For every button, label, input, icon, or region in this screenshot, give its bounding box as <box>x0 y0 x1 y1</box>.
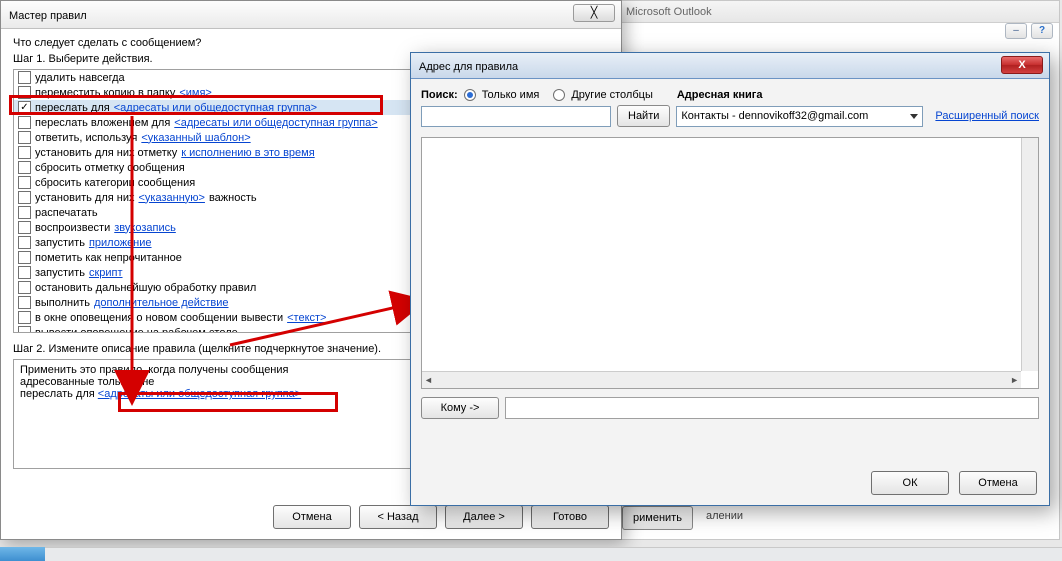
action-text: переслать вложением для <box>35 117 170 129</box>
taskbar[interactable] <box>0 547 45 561</box>
action-text: пометить как непрочитанное <box>35 252 182 264</box>
action-link[interactable]: <указанный шаблон> <box>141 132 250 144</box>
action-text: распечатать <box>35 207 98 219</box>
action-text: в окне оповещения о новом сообщении выве… <box>35 312 283 324</box>
checkbox[interactable] <box>18 86 31 99</box>
checkbox[interactable] <box>18 251 31 264</box>
radio-name-only[interactable] <box>464 89 476 101</box>
checkbox[interactable] <box>18 311 31 324</box>
address-title-text: Адрес для правила <box>419 61 518 73</box>
checkbox[interactable] <box>18 281 31 294</box>
action-text: установить для них отметку <box>35 147 177 159</box>
search-label: Поиск: <box>421 89 458 101</box>
radio-name-only-label: Только имя <box>482 89 540 101</box>
close-icon[interactable]: ╳ <box>573 4 615 22</box>
action-text: установить для них <box>35 192 134 204</box>
scroll-left-icon[interactable]: ◄ <box>424 375 433 385</box>
scroll-right-icon[interactable]: ► <box>1010 375 1019 385</box>
ok-button[interactable]: ОК <box>871 471 949 495</box>
checkbox[interactable] <box>18 191 31 204</box>
help-button[interactable]: ? <box>1031 23 1053 39</box>
action-link[interactable]: приложение <box>89 237 152 249</box>
advanced-search-link[interactable]: Расширенный поиск <box>935 110 1039 122</box>
checkbox[interactable] <box>18 296 31 309</box>
wizard-titlebar: Мастер правил ╳ <box>1 1 621 29</box>
action-text-post: важность <box>209 192 257 204</box>
apply-button-partial[interactable]: рименить <box>622 506 693 530</box>
action-text: переслать для <box>35 102 110 114</box>
action-link[interactable]: скрипт <box>89 267 123 279</box>
cancel-button[interactable]: Отмена <box>273 505 351 529</box>
checkbox[interactable] <box>18 161 31 174</box>
checkbox[interactable]: ✓ <box>18 101 31 114</box>
wizard-title-text: Мастер правил <box>9 10 87 22</box>
checkbox[interactable] <box>18 206 31 219</box>
checkbox[interactable] <box>18 326 31 333</box>
address-dialog: Адрес для правила X Поиск: Только имя Др… <box>410 52 1050 506</box>
contacts-list[interactable]: ◄ ► <box>421 137 1039 389</box>
next-button[interactable]: Далее > <box>445 505 523 529</box>
checkbox[interactable] <box>18 266 31 279</box>
action-link[interactable]: дополнительное действие <box>94 297 229 309</box>
checkbox[interactable] <box>18 131 31 144</box>
cancel-button[interactable]: Отмена <box>959 471 1037 495</box>
address-titlebar: Адрес для правила X <box>411 53 1049 79</box>
scrollbar-horizontal[interactable]: ◄ ► <box>422 371 1021 388</box>
action-text: сбросить категории сообщения <box>35 177 195 189</box>
checkbox[interactable] <box>18 116 31 129</box>
radio-other-columns[interactable] <box>553 89 565 101</box>
action-text: выполнить <box>35 297 90 309</box>
action-link[interactable]: <указанную> <box>138 192 204 204</box>
address-book-label: Адресная книга <box>677 89 763 101</box>
checkbox[interactable] <box>18 176 31 189</box>
search-input[interactable] <box>421 106 611 127</box>
ghost-label: алении <box>706 510 743 522</box>
close-icon[interactable]: X <box>1001 56 1043 74</box>
address-book-value: Контакты - dennovikoff32@gmail.com <box>681 110 868 122</box>
checkbox[interactable] <box>18 236 31 249</box>
action-text: воспроизвести <box>35 222 110 234</box>
desc-recipients-link[interactable]: <адресаты или общедоступная группа> <box>98 388 301 400</box>
find-button[interactable]: Найти <box>617 105 670 127</box>
back-button[interactable]: < Назад <box>359 505 437 529</box>
to-field[interactable] <box>505 397 1039 419</box>
action-text: запустить <box>35 237 85 249</box>
checkbox[interactable] <box>18 71 31 84</box>
chevron-down-icon <box>910 114 918 119</box>
action-link[interactable]: <имя> <box>179 87 212 99</box>
scrollbar-vertical[interactable] <box>1021 138 1038 371</box>
action-link[interactable]: к исполнению в это время <box>181 147 314 159</box>
desc-line3-pre: переслать для <box>20 388 98 400</box>
checkbox[interactable] <box>18 146 31 159</box>
address-book-select[interactable]: Контакты - dennovikoff32@gmail.com <box>676 106 923 127</box>
finish-button[interactable]: Готово <box>531 505 609 529</box>
action-link[interactable]: <текст> <box>287 312 326 324</box>
action-text: сбросить отметку сообщения <box>35 162 185 174</box>
action-link[interactable]: звукозапись <box>114 222 176 234</box>
outlook-title: Microsoft Outlook <box>616 1 1059 23</box>
action-text: вывести оповещение на рабочем столе <box>35 327 238 334</box>
action-text: запустить <box>35 267 85 279</box>
checkbox[interactable] <box>18 221 31 234</box>
action-text: переместить копию в папку <box>35 87 175 99</box>
action-link[interactable]: <адресаты или общедоступная группа> <box>114 102 317 114</box>
statusbar-strip <box>45 547 1062 561</box>
action-text: остановить дальнейшую обработку правил <box>35 282 256 294</box>
wizard-question: Что следует сделать с сообщением? <box>13 37 609 49</box>
minimize-button[interactable]: – <box>1005 23 1027 39</box>
action-text: ответить, используя <box>35 132 137 144</box>
radio-other-columns-label: Другие столбцы <box>571 89 653 101</box>
to-button[interactable]: Кому -> <box>421 397 499 419</box>
action-text: удалить навсегда <box>35 72 125 84</box>
action-link[interactable]: <адресаты или общедоступная группа> <box>174 117 377 129</box>
